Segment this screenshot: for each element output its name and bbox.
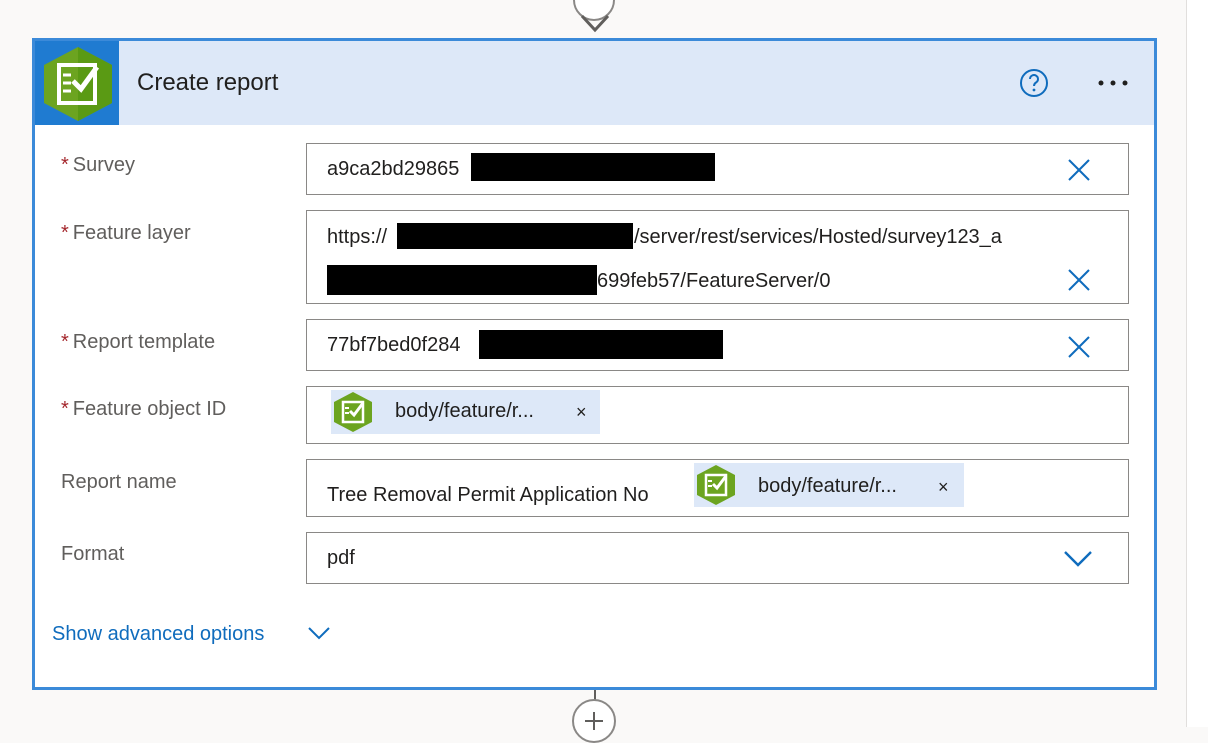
required-marker: *	[61, 398, 69, 420]
add-step-button-bottom[interactable]	[572, 699, 616, 743]
redaction-bar	[397, 223, 633, 249]
action-title: Create report	[137, 69, 279, 96]
token-label: body/feature/r...	[395, 400, 534, 422]
right-scroll-rail	[1186, 0, 1208, 727]
survey123-icon	[334, 392, 372, 432]
clear-icon[interactable]	[1066, 334, 1092, 360]
survey-label: * Survey	[61, 154, 136, 176]
required-marker: *	[61, 154, 69, 176]
more-ellipsis-icon[interactable]	[1093, 70, 1133, 96]
feature-layer-field[interactable]: https:// /server/rest/services/Hosted/su…	[306, 210, 1129, 304]
remove-token-icon[interactable]: ×	[576, 402, 587, 423]
report-template-field[interactable]: 77bf7bed0f284	[306, 319, 1129, 371]
feature-layer-url-path: /server/rest/services/Hosted/survey123_a	[634, 226, 1002, 248]
dynamic-content-token[interactable]: body/feature/r... ×	[331, 390, 600, 434]
create-report-action-card: Create report * Survey a9ca2bd29865 * Feat…	[32, 38, 1157, 690]
survey123-icon	[697, 465, 735, 505]
remove-token-icon[interactable]: ×	[938, 477, 949, 498]
format-label: Format	[61, 543, 125, 565]
redaction-bar	[479, 330, 723, 359]
flow-arrow-icon	[580, 14, 610, 33]
chevron-down-icon[interactable]	[1063, 548, 1093, 570]
format-value: pdf	[327, 547, 355, 569]
action-header[interactable]: Create report	[35, 41, 1154, 125]
feature-object-id-field[interactable]: body/feature/r... ×	[306, 386, 1129, 444]
feature-layer-url-end: 699feb57/FeatureServer/0	[597, 270, 831, 292]
report-template-label: * Report template	[61, 331, 216, 353]
dynamic-content-token[interactable]: body/feature/r... ×	[694, 463, 964, 507]
feature-object-id-label: * Feature object ID	[61, 398, 227, 420]
report-template-value: 77bf7bed0f284	[327, 334, 461, 356]
survey-field[interactable]: a9ca2bd29865	[306, 143, 1129, 195]
survey-value: a9ca2bd29865	[327, 158, 460, 180]
help-circle-icon[interactable]	[1019, 68, 1049, 98]
clear-icon[interactable]	[1066, 267, 1092, 293]
required-marker: *	[61, 222, 69, 244]
required-marker: *	[61, 331, 69, 353]
report-name-prefix: Tree Removal Permit Application No	[327, 484, 649, 506]
clear-icon[interactable]	[1066, 157, 1092, 183]
redaction-bar	[327, 265, 597, 295]
plus-icon	[585, 712, 603, 730]
report-name-field[interactable]: Tree Removal Permit Application No body/…	[306, 459, 1129, 517]
format-dropdown[interactable]: pdf	[306, 532, 1129, 584]
survey123-icon	[35, 41, 119, 125]
feature-layer-label: * Feature layer	[61, 222, 191, 244]
token-label: body/feature/r...	[758, 475, 897, 497]
feature-layer-url-start: https://	[327, 226, 388, 248]
redaction-bar	[471, 153, 715, 181]
show-advanced-options-link[interactable]: Show advanced options	[52, 623, 264, 646]
report-name-label: Report name	[61, 471, 177, 493]
chevron-down-icon[interactable]	[307, 625, 331, 641]
